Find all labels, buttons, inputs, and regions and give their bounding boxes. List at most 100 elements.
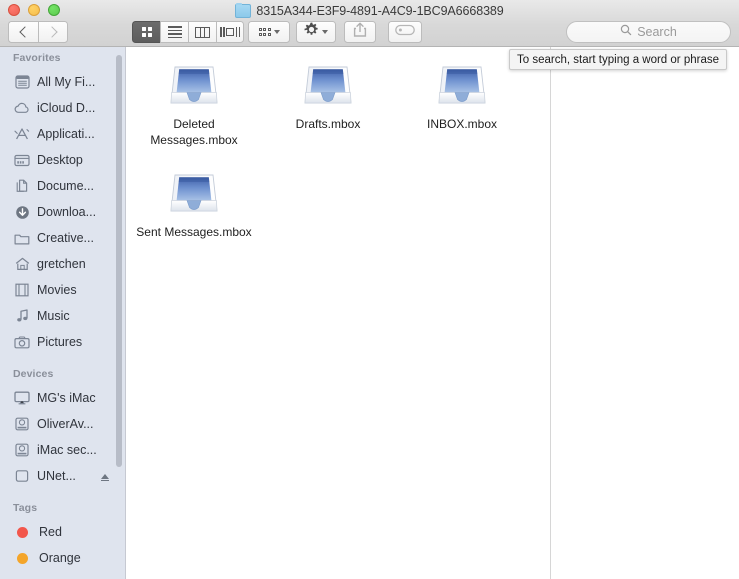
all-my-files-icon: [14, 75, 30, 90]
sidebar-item-label: OliverAv...: [37, 417, 94, 431]
sidebar-item-label: Downloa...: [37, 205, 97, 219]
pictures-icon: [14, 335, 30, 350]
chevron-right-icon: [46, 26, 58, 38]
cover-flow-view-button[interactable]: [216, 21, 244, 43]
file-item[interactable]: Drafts.mbox: [261, 54, 395, 148]
view-mode-group: [132, 21, 244, 43]
sidebar-item-music[interactable]: Music: [0, 303, 125, 329]
sidebar-item-oliverav[interactable]: OliverAv...: [0, 411, 125, 437]
coverflow-icon: [220, 27, 240, 37]
file-item[interactable]: Sent Messages.mbox: [127, 162, 261, 241]
sidebar-item-applications[interactable]: Applicati...: [0, 121, 125, 147]
sidebar-scrollbar[interactable]: [116, 55, 122, 467]
sidebar-item-label: gretchen: [37, 257, 86, 271]
sidebar-item-label: Creative...: [37, 231, 94, 245]
chevron-down-icon: [322, 30, 328, 34]
sidebar-item-tag-orange[interactable]: Orange: [0, 545, 125, 571]
sidebar-item-imac-secondary[interactable]: iMac sec...: [0, 437, 125, 463]
sidebar-item-movies[interactable]: Movies: [0, 277, 125, 303]
chevron-left-icon: [18, 26, 31, 38]
applications-icon: [14, 127, 30, 142]
sidebar-item-unet[interactable]: UNet...: [0, 463, 125, 489]
music-icon: [14, 309, 30, 324]
column-view-button[interactable]: [188, 21, 216, 43]
folder-icon: [14, 231, 30, 246]
mailbox-icon: [433, 59, 491, 111]
tag-dot-red: [17, 526, 28, 538]
mailbox-icon: [299, 59, 357, 111]
file-name: Drafts.mbox: [295, 117, 361, 131]
forward-button[interactable]: [38, 21, 68, 43]
external-disk-icon: [14, 469, 30, 484]
tag-icon: [395, 23, 415, 41]
maximize-button[interactable]: [48, 4, 60, 16]
finder-window: 8315A344-E3F9-4891-A4C9-1BC9A6668389 Sea…: [0, 0, 739, 579]
file-browser-content[interactable]: Deleted Messages.mbox Drafts.mbox INBOX.…: [127, 47, 739, 579]
arrange-button[interactable]: [248, 21, 290, 43]
page-title: 8315A344-E3F9-4891-A4C9-1BC9A6668389: [256, 4, 504, 18]
file-name: Sent Messages.mbox: [136, 225, 252, 239]
sidebar-item-label: Orange: [39, 551, 81, 565]
toolbar: Search: [0, 18, 739, 47]
imac-icon: [14, 391, 30, 406]
sidebar-item-label: All My Fi...: [37, 75, 96, 89]
sidebar-item-desktop[interactable]: Desktop: [0, 147, 125, 173]
share-button[interactable]: [344, 21, 376, 43]
gear-icon: [304, 22, 319, 42]
sidebar-item-label: iMac sec...: [37, 443, 97, 457]
action-button[interactable]: [296, 21, 336, 43]
navigation-buttons: [8, 21, 68, 43]
icloud-drive-icon: [14, 101, 30, 116]
close-button[interactable]: [8, 4, 20, 16]
home-icon: [14, 257, 30, 272]
sidebar: Favorites All My Fi... iCloud D... Appli…: [0, 47, 126, 579]
folder-icon: [235, 3, 252, 18]
sidebar-section-favorites: Favorites: [13, 52, 61, 64]
minimize-button[interactable]: [28, 4, 40, 16]
sidebar-item-downloads[interactable]: Downloa...: [0, 199, 125, 225]
file-item[interactable]: Deleted Messages.mbox: [127, 54, 261, 148]
sidebar-item-label: Red: [39, 525, 62, 539]
columns-icon: [195, 26, 210, 38]
sidebar-item-icloud-drive[interactable]: iCloud D...: [0, 95, 125, 121]
sidebar-item-label: Movies: [37, 283, 77, 297]
file-icon-grid: Deleted Messages.mbox Drafts.mbox INBOX.…: [127, 47, 550, 241]
desktop-icon: [14, 153, 30, 168]
sidebar-item-tag-red[interactable]: Red: [0, 519, 125, 545]
search-placeholder: Search: [637, 25, 677, 39]
icon-view-button[interactable]: [132, 21, 160, 43]
downloads-icon: [14, 205, 30, 220]
sidebar-item-pictures[interactable]: Pictures: [0, 329, 125, 355]
sidebar-item-label: MG's iMac: [37, 391, 96, 405]
edit-tags-button[interactable]: [388, 21, 422, 43]
tag-dot-orange: [17, 552, 28, 564]
sidebar-section-devices: Devices: [13, 368, 54, 380]
sidebar-item-label: Desktop: [37, 153, 83, 167]
documents-icon: [14, 179, 30, 194]
list-icon: [167, 26, 182, 38]
sidebar-item-label: Pictures: [37, 335, 83, 349]
window-titlebar: 8315A344-E3F9-4891-A4C9-1BC9A6668389 Sea…: [0, 0, 739, 47]
sidebar-item-gretchen[interactable]: gretchen: [0, 251, 125, 277]
chevron-down-icon: [273, 30, 280, 34]
hard-disk-icon: [14, 443, 30, 458]
mailbox-icon: [165, 59, 223, 111]
sidebar-item-all-my-files[interactable]: All My Fi...: [0, 69, 125, 95]
content-divider: [550, 47, 551, 579]
back-button[interactable]: [8, 21, 38, 43]
sidebar-item-mgs-imac[interactable]: MG's iMac: [0, 385, 125, 411]
sidebar-item-creative[interactable]: Creative...: [0, 225, 125, 251]
sidebar-item-label: Applicati...: [37, 127, 95, 141]
list-view-button[interactable]: [160, 21, 188, 43]
window-controls: [8, 4, 60, 16]
eject-icon[interactable]: [101, 473, 109, 482]
search-tooltip: To search, start typing a word or phrase: [509, 49, 727, 70]
arrange-icon: [258, 28, 271, 36]
sidebar-section-tags: Tags: [13, 502, 38, 514]
movies-icon: [14, 283, 30, 298]
sidebar-item-label: UNet...: [37, 469, 76, 483]
sidebar-item-label: Docume...: [37, 179, 94, 193]
sidebar-item-label: Music: [37, 309, 70, 323]
sidebar-item-documents[interactable]: Docume...: [0, 173, 125, 199]
search-input[interactable]: Search: [566, 21, 731, 43]
